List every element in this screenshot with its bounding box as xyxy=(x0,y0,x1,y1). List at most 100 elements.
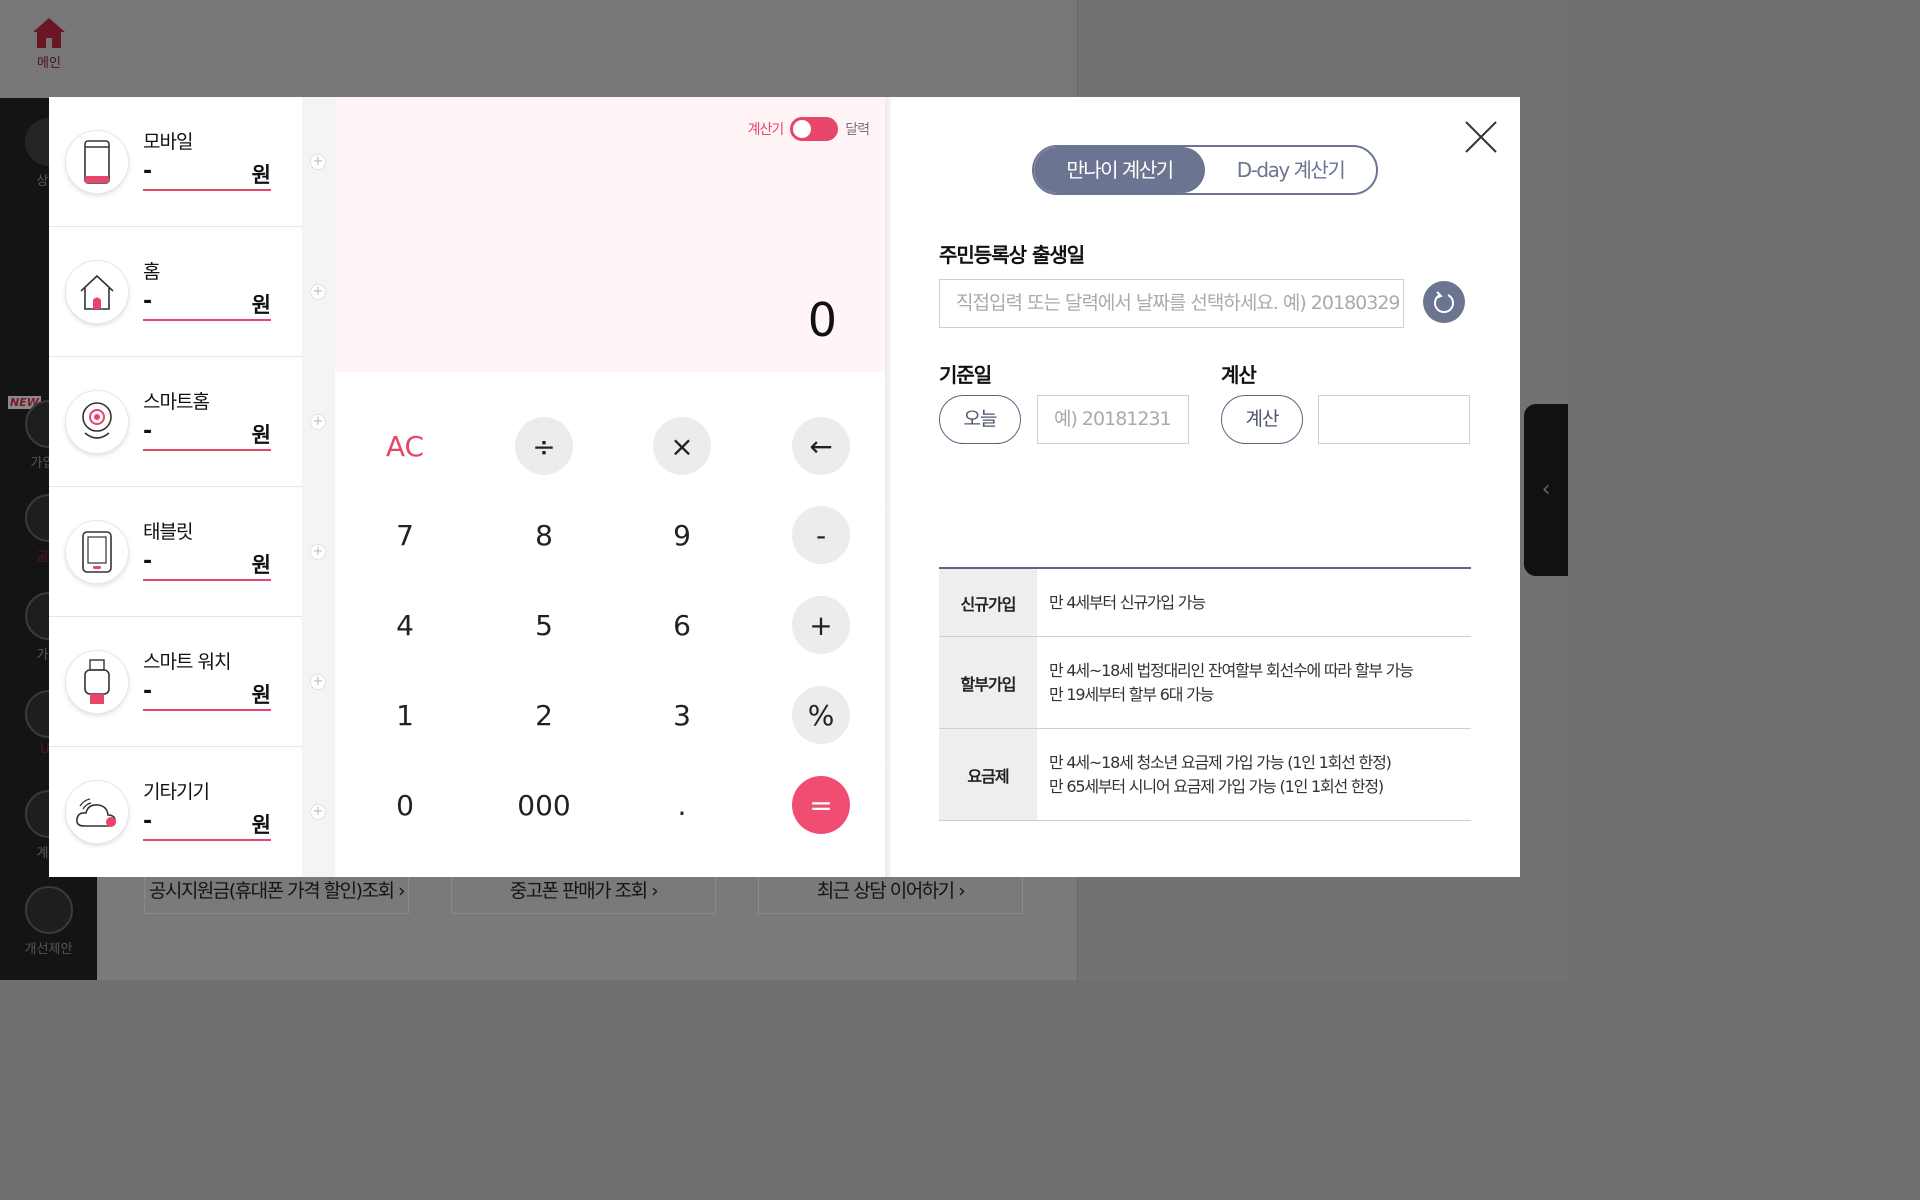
birth-date-label: 주민등록상 출생일 xyxy=(939,243,1085,267)
add-watch-button[interactable]: + xyxy=(310,674,326,690)
device-name: 스마트홈 xyxy=(143,391,210,413)
cloud-wireless-icon xyxy=(65,780,129,844)
device-name: 태블릿 xyxy=(143,521,193,543)
key-divide[interactable]: ÷ xyxy=(515,417,573,475)
calculator-display: 계산기 달력 0 xyxy=(335,97,885,372)
key-8[interactable]: 8 xyxy=(515,506,573,564)
key-7[interactable]: 7 xyxy=(376,506,434,564)
device-unit: 원 xyxy=(251,163,271,187)
right-drawer-tab[interactable]: ‹ xyxy=(1524,404,1568,576)
info-line: 만 65세부터 시니어 요금제 가입 가능 (1인 1회선 한정) xyxy=(1049,776,1384,796)
calc-button[interactable]: 계산 xyxy=(1221,395,1303,444)
device-value-field[interactable]: -원 xyxy=(143,287,271,321)
key-minus[interactable]: - xyxy=(792,506,850,564)
info-head: 할부가입 xyxy=(939,637,1037,728)
home-nav-item[interactable]: 메인 xyxy=(26,16,72,71)
chevron-left-icon: ‹ xyxy=(1541,477,1551,502)
device-value-field[interactable]: -원 xyxy=(143,547,271,581)
device-value-field[interactable]: -원 xyxy=(143,157,271,191)
device-name: 모바일 xyxy=(143,131,193,153)
device-unit: 원 xyxy=(251,293,271,317)
calculator: 계산기 달력 0 AC ÷ × ← 7 8 9 - 4 5 6 + 1 2 3 … xyxy=(335,97,891,877)
mode-toggle: 계산기 달력 xyxy=(747,117,870,141)
refresh-icon xyxy=(1434,291,1454,314)
device-row-watch: 스마트 워치 -원 xyxy=(49,617,335,747)
add-tablet-button[interactable]: + xyxy=(310,544,326,560)
mode-switch[interactable] xyxy=(790,117,839,141)
switch-knob xyxy=(793,120,812,138)
result-field xyxy=(1318,395,1470,444)
key-dot[interactable]: . xyxy=(653,776,711,834)
device-list: 모바일 -원 홈 -원 스마트홈 -원 태블릿 -원 스마트 워치 - 원 기타… xyxy=(49,97,335,877)
key-multiply[interactable]: × xyxy=(653,417,711,475)
house-icon xyxy=(65,260,129,324)
device-value-field[interactable]: -원 xyxy=(143,417,271,451)
key-6[interactable]: 6 xyxy=(653,596,711,654)
base-date-input[interactable]: 예) 20181231 xyxy=(1037,395,1189,444)
smartwatch-icon xyxy=(65,650,129,714)
info-line: 만 19세부터 할부 6대 가능 xyxy=(1049,684,1214,704)
mobile-phone-icon xyxy=(65,130,129,194)
key-0[interactable]: 0 xyxy=(376,776,434,834)
device-name: 홈 xyxy=(143,261,161,283)
add-home-button[interactable]: + xyxy=(310,284,326,300)
tab-age-calculator[interactable]: 만나이 계산기 xyxy=(1034,147,1205,193)
info-row: 신규가입 만 4세부터 신규가입 가능 xyxy=(939,569,1471,637)
side-item-suggestion[interactable]: 개선제안 xyxy=(0,886,97,957)
calculator-type-tabs: 만나이 계산기 D-day 계산기 xyxy=(1032,145,1378,195)
device-row-home: 홈 -원 xyxy=(49,227,335,357)
birth-date-input[interactable]: 직접입력 또는 달력에서 날짜를 선택하세요. 예) 20180329 xyxy=(939,279,1404,328)
key-000[interactable]: 000 xyxy=(515,776,573,834)
mode-calculator-label: 계산기 xyxy=(747,122,785,138)
device-row-tablet: 태블릿 -원 xyxy=(49,487,335,617)
today-button[interactable]: 오늘 xyxy=(939,395,1021,444)
add-smarthome-button[interactable]: + xyxy=(310,414,326,430)
info-head: 요금제 xyxy=(939,729,1037,820)
info-head: 신규가입 xyxy=(939,569,1037,636)
key-ac[interactable]: AC xyxy=(376,417,434,475)
info-body: 만 4세~18세 법정대리인 잔여할부 회선수에 따라 할부 가능만 19세부터… xyxy=(1037,637,1471,728)
key-9[interactable]: 9 xyxy=(653,506,711,564)
tablet-icon xyxy=(65,520,129,584)
device-value-field[interactable]: -원 xyxy=(143,677,271,711)
device-unit: 원 xyxy=(251,423,271,447)
refresh-button[interactable] xyxy=(1423,281,1465,323)
key-percent[interactable]: % xyxy=(792,686,850,744)
device-value: - xyxy=(143,679,153,704)
device-value-field[interactable]: -원 xyxy=(143,807,271,841)
add-mobile-button[interactable]: + xyxy=(310,154,326,170)
key-5[interactable]: 5 xyxy=(515,596,573,654)
mode-calendar-label: 달력 xyxy=(845,122,870,138)
device-value: - xyxy=(143,419,153,444)
device-row-smarthome: 스마트홈 -원 xyxy=(49,357,335,487)
device-value: - xyxy=(143,549,153,574)
device-value: - xyxy=(143,289,153,314)
key-1[interactable]: 1 xyxy=(376,686,434,744)
device-unit: 원 xyxy=(251,813,271,837)
key-equals[interactable]: = xyxy=(792,776,850,834)
info-line: 만 4세~18세 청소년 요금제 가입 가능 (1인 1회선 한정) xyxy=(1049,752,1392,772)
calc-label: 계산 xyxy=(1221,363,1257,387)
device-unit: 원 xyxy=(251,683,271,707)
info-line: 만 4세~18세 법정대리인 잔여할부 회선수에 따라 할부 가능 xyxy=(1049,660,1414,680)
add-etc-button[interactable]: + xyxy=(310,804,326,820)
close-icon xyxy=(1465,121,1497,153)
device-row-mobile: 모바일 -원 xyxy=(49,97,335,227)
device-value: - xyxy=(143,159,153,184)
info-body: 만 4세~18세 청소년 요금제 가입 가능 (1인 1회선 한정) 만 65세부… xyxy=(1037,729,1471,820)
info-line: 만 4세부터 신규가입 가능 xyxy=(1049,592,1206,612)
key-plus[interactable]: + xyxy=(792,596,850,654)
key-backspace[interactable]: ← xyxy=(792,417,850,475)
key-4[interactable]: 4 xyxy=(376,596,434,654)
add-button-strip: + + + + + + xyxy=(302,97,335,877)
display-value: 0 xyxy=(807,293,837,347)
key-2[interactable]: 2 xyxy=(515,686,573,744)
age-calculator-panel: 만나이 계산기 D-day 계산기 주민등록상 출생일 직접입력 또는 달력에서… xyxy=(891,97,1520,877)
calculator-modal: 모바일 -원 홈 -원 스마트홈 -원 태블릿 -원 스마트 워치 - 원 기타… xyxy=(49,97,1520,877)
siren-icon xyxy=(24,886,73,934)
device-value: - xyxy=(143,809,153,834)
key-3[interactable]: 3 xyxy=(653,686,711,744)
tab-dday-calculator[interactable]: D-day 계산기 xyxy=(1205,147,1376,193)
close-button[interactable] xyxy=(1463,119,1499,155)
info-body: 만 4세부터 신규가입 가능 xyxy=(1037,569,1471,636)
